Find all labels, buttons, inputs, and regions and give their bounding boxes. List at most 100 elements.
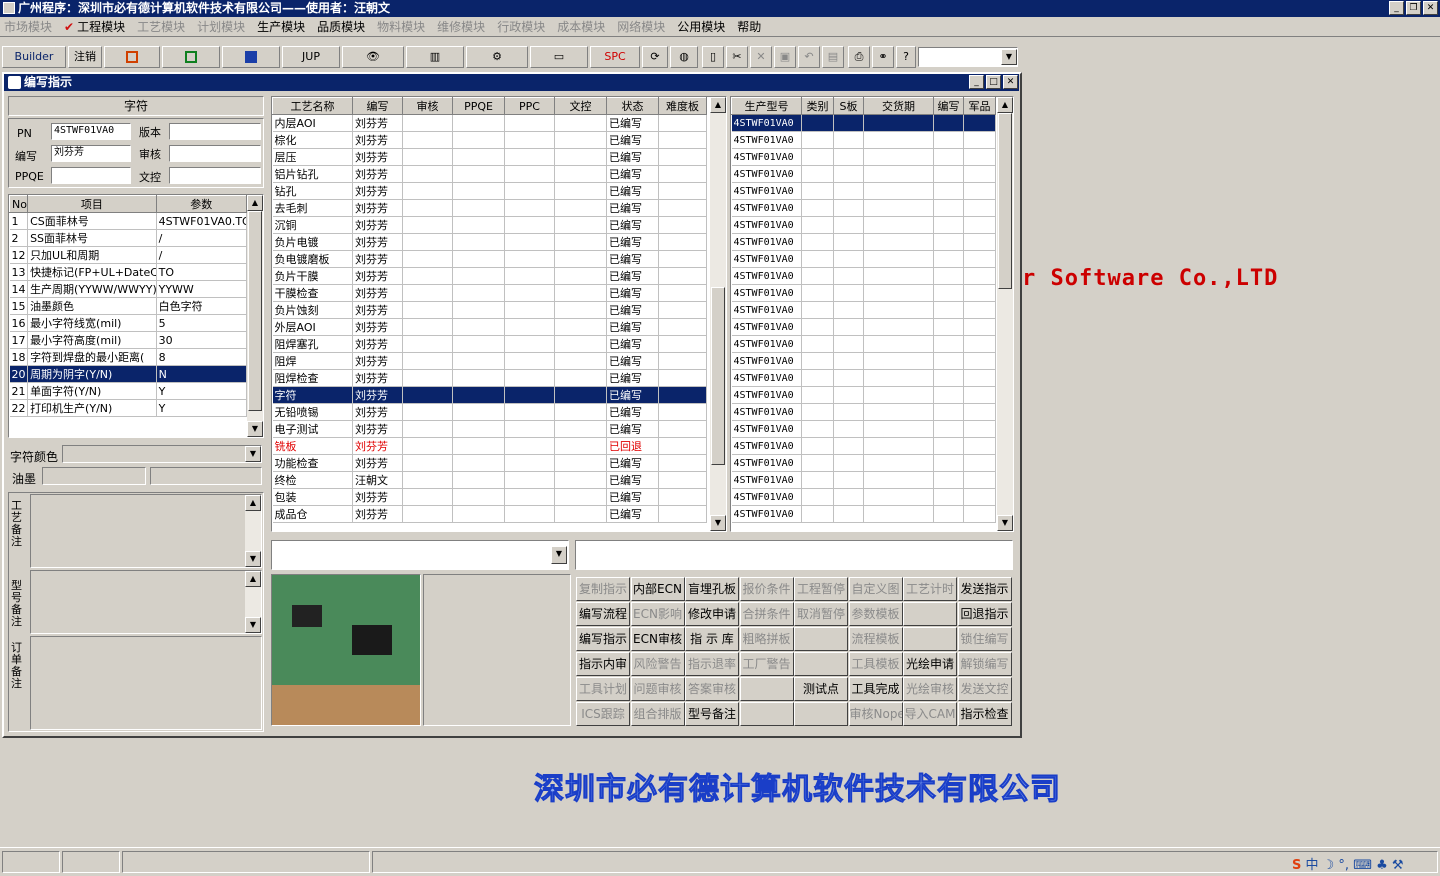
tools-icon[interactable]: ⚙ xyxy=(466,46,528,68)
action-button-0-4[interactable]: 工程暂停 xyxy=(794,577,848,601)
process-header-3[interactable]: PPQE xyxy=(452,97,505,115)
process-header-4[interactable]: PPC xyxy=(504,97,555,115)
action-button-3-3[interactable]: 工厂警告 xyxy=(739,652,794,676)
action-button-0-0[interactable]: 复制指示 xyxy=(576,577,630,601)
char-color-select[interactable]: ▼ xyxy=(62,445,262,463)
close-button[interactable]: ✕ xyxy=(1423,1,1438,15)
action-button-1-1[interactable]: ECN影响 xyxy=(630,602,685,626)
process-header-0[interactable]: 工艺名称 xyxy=(272,97,353,115)
menu-item-0[interactable]: 市场模块 xyxy=(4,18,52,35)
instruction-input[interactable] xyxy=(575,540,1013,570)
params-header-1[interactable]: 项目 xyxy=(27,195,157,213)
scroll-thumb[interactable] xyxy=(998,113,1012,289)
toolbar-combo[interactable]: ▼ xyxy=(918,47,1018,67)
process-row[interactable]: 内层AOI 刘芬芳 已编写 xyxy=(272,114,707,132)
globe-icon[interactable]: ◍ xyxy=(670,46,698,68)
action-button-4-7[interactable]: 发送文控 xyxy=(957,677,1012,701)
action-button-3-2[interactable]: 指示退率 xyxy=(685,652,739,676)
preview-icon[interactable]: ▤ xyxy=(822,46,844,68)
action-button-4-4[interactable]: 测试点 xyxy=(794,677,848,701)
models-row[interactable]: 4STWF01VA0 xyxy=(731,131,996,149)
menu-item-8[interactable]: 行政模块 xyxy=(497,18,545,35)
models-header-3[interactable]: 交货期 xyxy=(863,97,934,115)
params-scrollbar[interactable]: ▲ ▼ xyxy=(247,195,263,437)
process-header-6[interactable]: 状态 xyxy=(606,97,659,115)
action-button-5-6[interactable]: 导入CAM xyxy=(903,702,957,726)
action-button-4-1[interactable]: 问题审核 xyxy=(630,677,685,701)
menu-item-6[interactable]: 物料模块 xyxy=(377,18,425,35)
model-note-textarea[interactable]: ▲ ▼ xyxy=(30,570,262,634)
powerpoint-icon[interactable] xyxy=(104,46,160,68)
save-icon[interactable]: ▣ xyxy=(774,46,796,68)
models-row[interactable]: 4STWF01VA0 xyxy=(731,301,996,319)
monitor-icon[interactable]: ▭ xyxy=(530,46,588,68)
action-button-1-3[interactable]: 合拼条件 xyxy=(739,602,794,626)
params-row[interactable]: 16 最小字符线宽(mil) 5 xyxy=(9,314,248,332)
menu-item-1[interactable]: ✔ 工程模块 xyxy=(64,18,125,35)
action-button-2-1[interactable]: ECN审核 xyxy=(630,627,685,651)
action-button-2-6[interactable] xyxy=(903,627,957,651)
params-header-0[interactable]: No xyxy=(9,195,29,213)
chevron-down-icon[interactable]: ▼ xyxy=(551,546,567,564)
params-row[interactable]: 17 最小字符高度(mil) 30 xyxy=(9,331,248,349)
process-row[interactable]: 钻孔 刘芬芳 已编写 xyxy=(272,182,707,200)
process-row[interactable]: 负电镀磨板 刘芬芳 已编写 xyxy=(272,250,707,268)
builder-button[interactable]: Builder xyxy=(2,46,66,68)
models-scrollbar[interactable]: ▲ ▼ xyxy=(997,97,1013,531)
action-button-2-2[interactable]: 指 示 库 xyxy=(685,627,739,651)
restore-button[interactable]: ❐ xyxy=(1406,1,1421,15)
action-button-4-0[interactable]: 工具计划 xyxy=(576,677,630,701)
cut-icon[interactable]: ✂ xyxy=(726,46,748,68)
process-row[interactable]: 负片电镀 刘芬芳 已编写 xyxy=(272,233,707,251)
process-row[interactable]: 铝片钻孔 刘芬芳 已编写 xyxy=(272,165,707,183)
models-row[interactable]: 4STWF01VA0 xyxy=(731,420,996,438)
params-row[interactable]: 20 周期为阴字(Y/N) N xyxy=(9,365,248,383)
models-header-2[interactable]: S板 xyxy=(833,97,864,115)
process-row[interactable]: 干膜检查 刘芬芳 已编写 xyxy=(272,284,707,302)
menu-item-3[interactable]: 计划模块 xyxy=(197,18,245,35)
params-row[interactable]: 1 CS面菲林号 4STWF01VA0.TO xyxy=(9,212,248,230)
action-button-0-7[interactable]: 发送指示 xyxy=(957,577,1012,601)
model-note-scrollbar[interactable]: ▲ ▼ xyxy=(245,571,261,633)
scroll-down-icon[interactable]: ▼ xyxy=(997,515,1013,531)
process-row[interactable]: 终检 汪朝文 已编写 xyxy=(272,471,707,489)
models-row[interactable]: 4STWF01VA0 xyxy=(731,233,996,251)
params-row[interactable]: 2 SS面菲林号 / xyxy=(9,229,248,247)
process-header-2[interactable]: 审核 xyxy=(402,97,453,115)
ime-tray[interactable]: S 中 ☽ °, ⌨ ♣ ⚒ xyxy=(1292,854,1404,873)
models-row[interactable]: 4STWF01VA0 xyxy=(731,471,996,489)
process-row[interactable]: 阻焊塞孔 刘芬芳 已编写 xyxy=(272,335,707,353)
models-row[interactable]: 4STWF01VA0 xyxy=(731,250,996,268)
models-row[interactable]: 4STWF01VA0 xyxy=(731,199,996,217)
ppqe-field[interactable] xyxy=(51,167,131,184)
spc-button[interactable]: SPC xyxy=(590,46,640,68)
action-button-3-0[interactable]: 指示内审 xyxy=(576,652,630,676)
menu-item-10[interactable]: 网络模块 xyxy=(617,18,665,35)
scroll-up-icon[interactable]: ▲ xyxy=(247,195,263,211)
models-header-4[interactable]: 编写 xyxy=(933,97,964,115)
process-row[interactable]: 层压 刘芬芳 已编写 xyxy=(272,148,707,166)
models-row[interactable]: 4STWF01VA0 xyxy=(731,148,996,166)
action-button-5-7[interactable]: 指示检查 xyxy=(957,702,1012,726)
models-row[interactable]: 4STWF01VA0 xyxy=(731,454,996,472)
action-button-1-0[interactable]: 编写流程 xyxy=(576,602,630,626)
logout-button[interactable]: 注销 xyxy=(68,46,102,68)
params-row[interactable]: 21 单面字符(Y/N) Y xyxy=(9,382,248,400)
new-file-icon[interactable]: ▯ xyxy=(702,46,724,68)
scroll-up-icon[interactable]: ▲ xyxy=(710,97,726,113)
process-note-scrollbar[interactable]: ▲ ▼ xyxy=(245,495,261,567)
database-icon[interactable]: ▥ xyxy=(406,46,464,68)
action-button-1-7[interactable]: 回退指示 xyxy=(957,602,1012,626)
action-button-5-3[interactable] xyxy=(739,702,794,726)
params-header-2[interactable]: 参数 xyxy=(155,195,248,213)
action-button-3-7[interactable]: 解锁编写 xyxy=(957,652,1012,676)
action-button-5-4[interactable] xyxy=(794,702,848,726)
process-row[interactable]: 负片干膜 刘芬芳 已编写 xyxy=(272,267,707,285)
scroll-down-icon[interactable]: ▼ xyxy=(710,515,726,531)
scroll-up-icon[interactable]: ▲ xyxy=(245,571,261,587)
writer-field[interactable]: 刘芬芳 xyxy=(51,145,131,162)
menu-item-12[interactable]: 帮助 xyxy=(737,18,761,35)
audit-field[interactable] xyxy=(169,145,261,162)
action-button-5-5[interactable]: 审核Nope xyxy=(848,702,903,726)
chevron-down-icon[interactable]: ▼ xyxy=(1001,49,1017,65)
